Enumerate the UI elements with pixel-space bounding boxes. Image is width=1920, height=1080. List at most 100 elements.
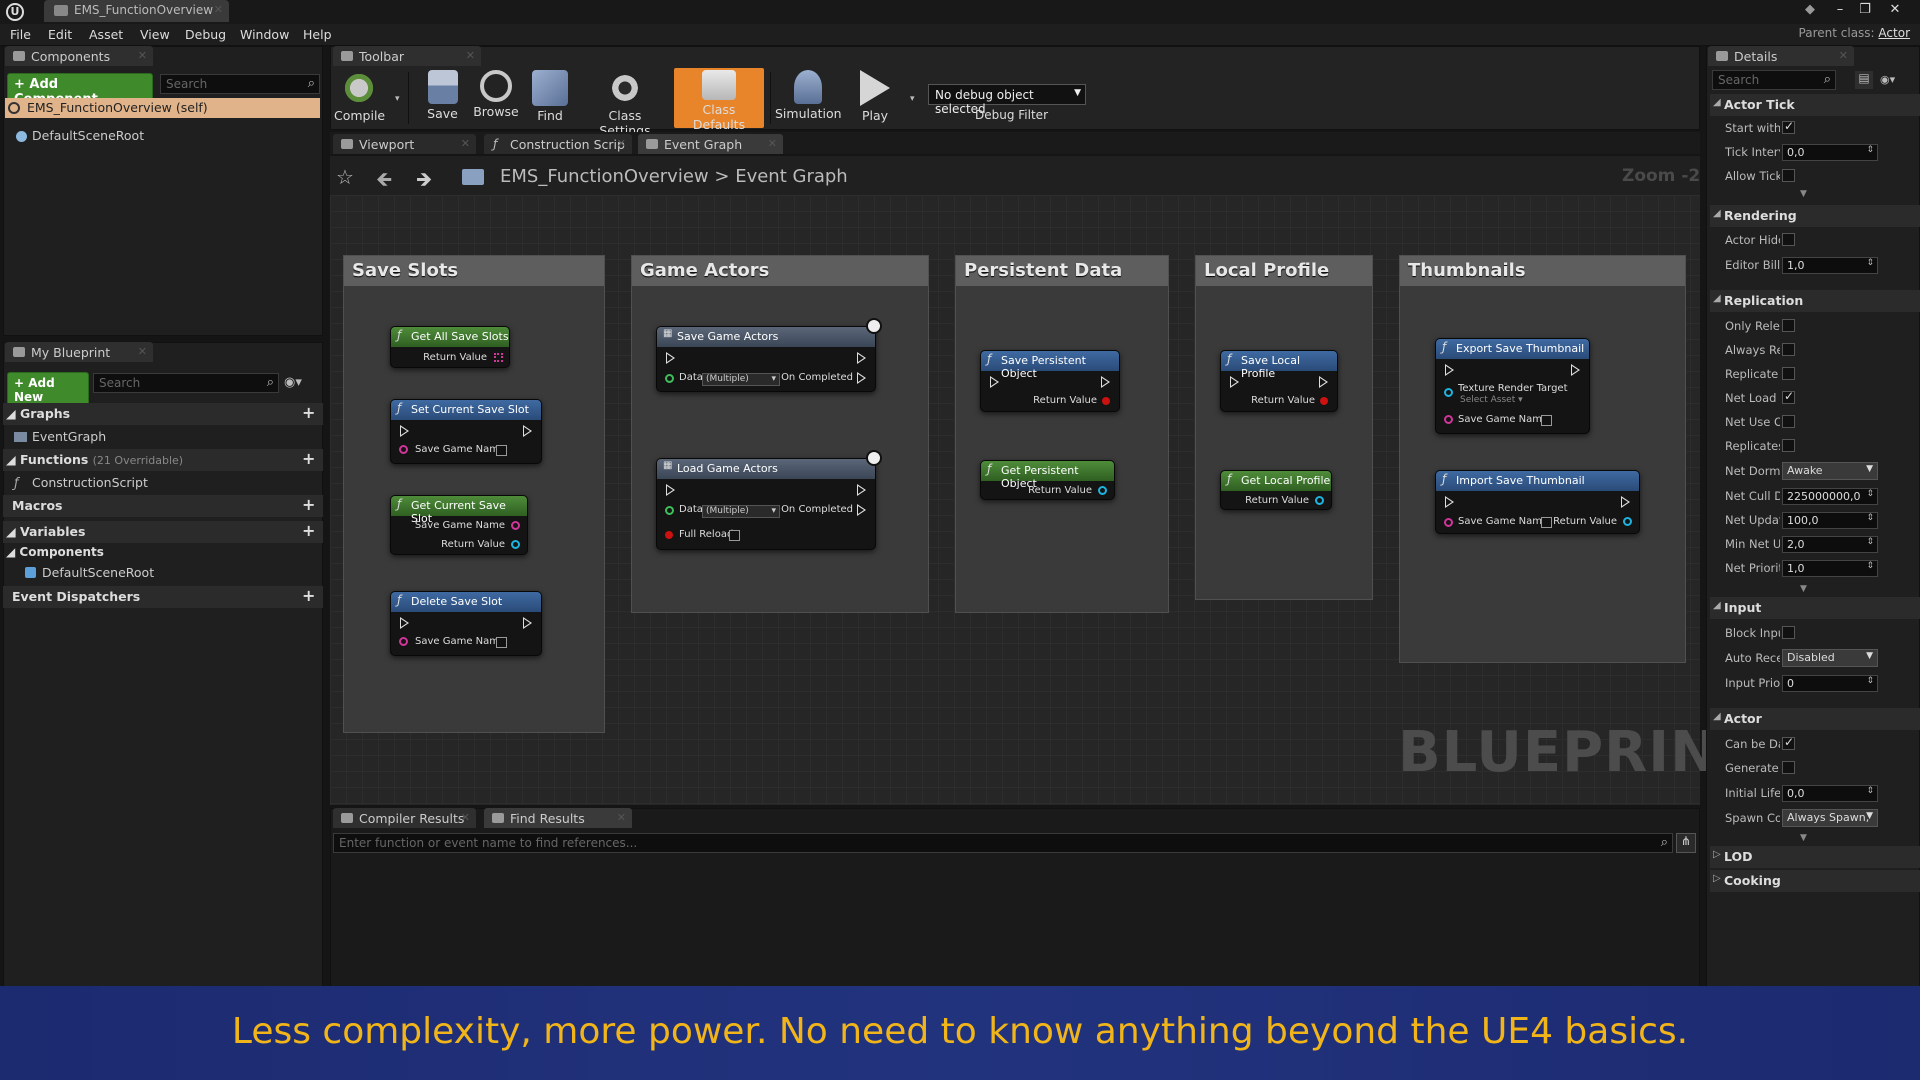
my-blueprint-search-input[interactable]: Search ⌕: [93, 373, 279, 393]
comment-persistent-data[interactable]: Persistent Data: [955, 255, 1169, 613]
details-section-input[interactable]: ◢ Input: [1710, 597, 1920, 619]
node-get-all-save-slots[interactable]: ƒ Get All Save Slots Return Value: [390, 326, 510, 368]
close-icon[interactable]: ✕: [1839, 49, 1848, 62]
star-icon[interactable]: ☆: [336, 165, 354, 189]
exec-in-pin[interactable]: [990, 376, 999, 388]
exec-in-pin[interactable]: [1445, 364, 1454, 376]
close-icon[interactable]: ✕: [466, 49, 475, 62]
tab-construction-script[interactable]: ƒ Construction Scrip ✕: [484, 134, 632, 154]
compile-button[interactable]: Compile: [334, 70, 385, 128]
exec-out-pin[interactable]: [1571, 364, 1580, 376]
select-asset-dropdown[interactable]: Select Asset ▾: [1460, 395, 1523, 405]
net-cull-field[interactable]: 225000000,0 ⇕: [1782, 488, 1878, 505]
details-section-actor-tick[interactable]: ◢ Actor Tick: [1710, 94, 1920, 116]
editor-billboard-field[interactable]: 1,0 ⇕: [1782, 257, 1878, 274]
tick-interval-field[interactable]: 0,0 ⇕: [1782, 144, 1878, 161]
my-blueprint-tab[interactable]: My Blueprint ✕: [5, 342, 153, 362]
net-update-field[interactable]: 100,0 ⇕: [1782, 512, 1878, 529]
exec-out-pin[interactable]: [857, 484, 866, 496]
bool-pin[interactable]: [1102, 397, 1110, 405]
back-arrow-icon[interactable]: 🡸: [376, 165, 392, 199]
details-section-cooking[interactable]: ▷ Cooking: [1710, 870, 1920, 892]
details-tab[interactable]: Details ✕: [1708, 46, 1854, 66]
close-icon[interactable]: ✕: [214, 3, 223, 16]
exec-out-pin[interactable]: [523, 425, 532, 437]
exec-out-pin[interactable]: [1621, 496, 1630, 508]
string-pin[interactable]: [1444, 518, 1453, 527]
input-priority-field[interactable]: 0 ⇕: [1782, 675, 1878, 692]
exec-in-pin[interactable]: [400, 425, 409, 437]
minimize-icon[interactable]: –: [1830, 2, 1850, 20]
debug-object-select[interactable]: No debug object selected ▼: [928, 84, 1086, 116]
node-export-save-thumbnail[interactable]: ƒ Export Save Thumbnail Texture Render Ta…: [1435, 338, 1590, 434]
string-pin[interactable]: [1444, 415, 1453, 424]
save-button[interactable]: Save: [420, 70, 465, 128]
close-icon[interactable]: ✕: [138, 49, 147, 62]
close-icon[interactable]: ✕: [138, 345, 147, 358]
close-window-icon[interactable]: ✕: [1885, 2, 1905, 20]
exec-out-pin[interactable]: [1101, 376, 1110, 388]
pin-input-box[interactable]: [496, 637, 507, 648]
pin-input-box[interactable]: [496, 445, 507, 456]
node-save-game-actors[interactable]: ▦ Save Game Actors Data (Multiple) ▾ On Co…: [656, 326, 876, 392]
object-pin[interactable]: [1315, 496, 1324, 505]
exec-out-pin[interactable]: [1319, 376, 1328, 388]
find-references-input[interactable]: Enter function or event name to find ref…: [333, 833, 1673, 853]
components-tab[interactable]: Components ✕: [5, 46, 153, 66]
compile-options-icon[interactable]: ▾: [395, 94, 400, 104]
replicate-movement-checkbox[interactable]: [1782, 367, 1795, 380]
data-dropdown[interactable]: (Multiple) ▾: [702, 505, 780, 518]
data-dropdown[interactable]: (Multiple) ▾: [702, 373, 780, 386]
find-all-blueprints-icon[interactable]: ⋔: [1676, 833, 1696, 853]
close-icon[interactable]: ✕: [768, 137, 777, 150]
add-event-dispatcher-icon[interactable]: +: [302, 586, 315, 605]
object-pin[interactable]: [511, 540, 520, 549]
node-load-game-actors[interactable]: ▦ Load Game Actors Data (Multiple) ▾ On Co…: [656, 458, 876, 550]
details-section-actor[interactable]: ◢ Actor: [1710, 708, 1920, 730]
replicates-checkbox[interactable]: [1782, 439, 1795, 452]
exec-out-pin[interactable]: [857, 352, 866, 364]
menu-window[interactable]: Window: [240, 27, 289, 42]
class-defaults-button[interactable]: Class Defaults: [676, 70, 762, 132]
initial-life-span-field[interactable]: 0,0 ⇕: [1782, 785, 1878, 802]
exec-completed-pin[interactable]: [857, 372, 866, 384]
generate-overlap-checkbox[interactable]: [1782, 761, 1795, 774]
play-button[interactable]: Play: [850, 70, 900, 128]
exec-in-pin[interactable]: [1230, 376, 1239, 388]
string-pin[interactable]: [399, 637, 408, 646]
add-graph-icon[interactable]: +: [302, 403, 315, 422]
net-dormancy-select[interactable]: Awake ▼: [1782, 462, 1878, 480]
forward-arrow-icon[interactable]: 🡺: [416, 165, 432, 199]
add-variable-icon[interactable]: +: [302, 521, 315, 540]
string-pin[interactable]: [511, 521, 520, 530]
tab-event-graph[interactable]: Event Graph ✕: [638, 134, 783, 154]
menu-asset[interactable]: Asset: [89, 27, 123, 42]
parent-class-link[interactable]: Actor: [1878, 26, 1910, 40]
exec-in-pin[interactable]: [400, 617, 409, 629]
tab-viewport[interactable]: Viewport ✕: [333, 134, 476, 154]
document-tab[interactable]: EMS_FunctionOverview ✕: [44, 0, 229, 22]
component-item-defaultsceneroot[interactable]: DefaultSceneRoot: [24, 563, 154, 583]
components-search-input[interactable]: Search ⌕: [160, 74, 320, 94]
maximize-icon[interactable]: ❐: [1855, 2, 1875, 20]
exec-in-pin[interactable]: [666, 484, 675, 496]
breadcrumb-root[interactable]: EMS_FunctionOverview: [500, 166, 709, 187]
can-be-damaged-checkbox[interactable]: [1782, 735, 1795, 750]
comment-thumbnails[interactable]: Thumbnails: [1399, 255, 1686, 663]
notification-icon[interactable]: ◆: [1800, 2, 1820, 20]
object-pin[interactable]: [1623, 517, 1632, 526]
node-get-persistent-object[interactable]: ƒ Get Persistent Object Return Value: [980, 460, 1115, 500]
node-get-local-profile[interactable]: ƒ Get Local Profile Return Value: [1220, 470, 1332, 510]
tab-compiler-results[interactable]: Compiler Results ✕: [333, 808, 476, 828]
menu-debug[interactable]: Debug: [185, 27, 226, 42]
exec-in-pin[interactable]: [666, 352, 675, 364]
browse-button[interactable]: Browse: [470, 70, 522, 128]
exec-out-pin[interactable]: [523, 617, 532, 629]
node-set-current-save-slot[interactable]: ƒ Set Current Save Slot Save Game Name: [390, 399, 542, 464]
comment-local-profile[interactable]: Local Profile: [1195, 255, 1373, 600]
play-options-icon[interactable]: ▾: [910, 94, 915, 104]
pin-input-box[interactable]: [1541, 415, 1552, 426]
details-section-rendering[interactable]: ◢ Rendering: [1710, 205, 1920, 227]
node-save-persistent-object[interactable]: ƒ Save Persistent Object Return Value: [980, 350, 1120, 412]
start-with-tick-checkbox[interactable]: [1782, 119, 1795, 134]
